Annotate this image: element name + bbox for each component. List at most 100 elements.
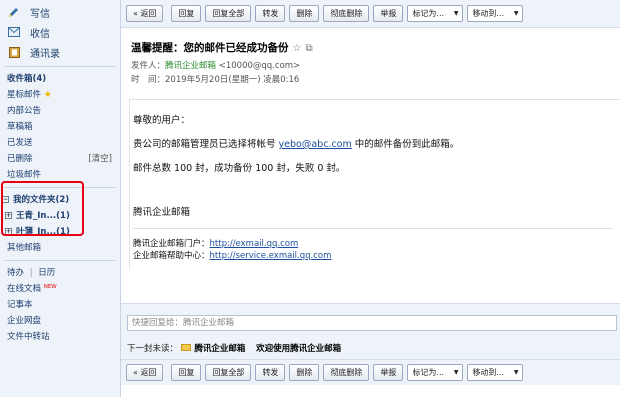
signature: 腾讯企业邮箱 (133, 207, 191, 218)
sender-line: 发件人：腾讯企业邮箱 <10000@qq.com> (131, 59, 300, 71)
body-text: 中的邮件备份到此邮箱。 (354, 139, 460, 150)
inbox-label: 收信 (30, 28, 50, 40)
sidebar-item-inbox[interactable]: 收件箱(4) (0, 71, 120, 87)
chevron-down-icon: ▼ (513, 369, 519, 376)
reply-all-button[interactable]: 回复全部 (205, 364, 252, 381)
sidebar-divider (4, 66, 116, 67)
sidebar: 写信 收信 通讯录 收件箱(4) 星标邮件 ★ 内部公告 草稿箱 已发送 已删除… (0, 0, 121, 397)
body-text: 贵公司的邮箱管理员已选择将帐号 (133, 139, 276, 150)
popout-icon[interactable]: ⧉ (305, 43, 312, 54)
envelope-icon (180, 344, 191, 351)
greeting: 尊敬的用户： (133, 115, 191, 126)
perm-delete-button[interactable]: 彻底删除 (323, 364, 370, 381)
next-unread-subject[interactable]: 欢迎使用腾讯企业邮箱 (256, 344, 341, 354)
sidebar-item-drafts[interactable]: 草稿箱 (0, 119, 120, 135)
sidebar-item-label: 已发送 (7, 138, 33, 148)
body-line-2: 邮件总数 100 封，成功备份 100 封，失败 0 封。 (133, 163, 346, 174)
forward-button[interactable]: 转发 (255, 364, 286, 381)
sidebar-item-other-mailbox[interactable]: 其他邮箱 (0, 240, 120, 256)
report-button[interactable]: 举报 (373, 364, 404, 381)
reply-all-button[interactable]: 回复全部 (205, 5, 252, 22)
sidebar-item-label: 草稿箱 (7, 122, 33, 132)
bottom-toolbar: « 返回 回复 回复全部 转发 删除 彻底删除 举报 标记为... ▼ 移动到..… (121, 359, 620, 385)
help-line: 企业邮箱帮助中心：http://service.exmail.qq.com (133, 249, 331, 261)
move-to-select[interactable]: 移动到... ▼ (467, 364, 524, 381)
reply-button[interactable]: 回复 (171, 5, 202, 22)
sidebar-item-label: 文件中转站 (7, 332, 50, 342)
star-icon: ★ (43, 90, 52, 100)
time-line: 时 间：2019年5月20日(星期一) 凌晨0:16 (131, 73, 299, 85)
mail-view: « 返回 回复 回复全部 转发 删除 彻底删除 举报 标记为... ▼ 移动到..… (121, 0, 620, 397)
report-button[interactable]: 举报 (373, 5, 404, 22)
mail-subject: 温馨提醒：您的邮件已经成功备份 ☆ ⧉ (131, 40, 313, 55)
sidebar-item-label: 垃圾邮件 (7, 170, 42, 180)
sidebar-item-label: 星标邮件 (7, 90, 42, 100)
sidebar-item-sent[interactable]: 已发送 (0, 135, 120, 151)
separator: | (29, 268, 33, 278)
chevron-down-icon: ▼ (513, 10, 519, 17)
next-unread-sender[interactable]: 腾讯企业邮箱 (194, 344, 245, 354)
body-divider (133, 228, 613, 229)
sender-label: 发件人： (131, 61, 166, 71)
sidebar-item-deleted[interactable]: 已删除 [清空] (0, 151, 120, 167)
account-email-link[interactable]: yebo@abc.com (279, 139, 352, 150)
sidebar-item-label: 在线文档 (7, 284, 42, 294)
perm-delete-button[interactable]: 彻底删除 (323, 5, 370, 22)
forward-button[interactable]: 转发 (255, 5, 286, 22)
sidebar-item-starred[interactable]: 星标邮件 ★ (0, 87, 120, 103)
next-unread-label: 下一封未读： (127, 344, 179, 354)
pencil-icon (8, 7, 20, 18)
sidebar-item-label: 待办 (7, 268, 25, 278)
portal-line: 腾讯企业邮箱门户：http://exmail.qq.com (133, 237, 298, 249)
back-button[interactable]: « 返回 (126, 5, 164, 22)
subject-text: 温馨提醒：您的邮件已经成功备份 (131, 42, 289, 54)
sidebar-item-label: 内部公告 (7, 106, 42, 116)
move-to-label: 移动到... (472, 9, 505, 18)
delete-button[interactable]: 删除 (289, 5, 320, 22)
address-book-icon (8, 46, 20, 58)
sender-name[interactable]: 腾讯企业邮箱 (165, 61, 216, 71)
compose-link[interactable]: 写信 (0, 2, 120, 22)
move-to-label: 移动到... (472, 368, 505, 377)
highlight-box (1, 181, 84, 236)
mark-as-label: 标记为... (412, 9, 445, 18)
sidebar-item-label: 收件箱(4) (7, 74, 47, 84)
sidebar-item-file-transfer[interactable]: 文件中转站 (0, 329, 120, 345)
empty-trash-link[interactable]: [清空] (88, 151, 112, 167)
sidebar-item-label: 已删除 (7, 154, 33, 164)
sidebar-item-calendar[interactable]: 日历 (38, 268, 55, 278)
contacts-label: 通讯录 (30, 48, 60, 60)
sidebar-item-notepad[interactable]: 记事本 (0, 297, 120, 313)
sidebar-item-label: 企业网盘 (7, 316, 42, 326)
contacts-link[interactable]: 通讯录 (0, 42, 120, 62)
time-value: 2019年5月20日(星期一) 凌晨0:16 (165, 75, 300, 85)
sidebar-item-netdisk[interactable]: 企业网盘 (0, 313, 120, 329)
inbox-link[interactable]: 收信 (0, 22, 120, 42)
reply-button[interactable]: 回复 (171, 364, 202, 381)
mark-as-select[interactable]: 标记为... ▼ (407, 5, 464, 22)
sidebar-item-announcements[interactable]: 内部公告 (0, 103, 120, 119)
star-outline-icon[interactable]: ☆ (293, 43, 302, 54)
portal-link[interactable]: http://exmail.qq.com (210, 239, 299, 249)
help-link[interactable]: http://service.exmail.qq.com (210, 251, 332, 261)
envelope-icon (8, 27, 20, 38)
quick-reply-area: 快捷回复给：腾讯企业邮箱 (121, 303, 620, 339)
sidebar-divider (4, 260, 116, 261)
sidebar-item-todo[interactable]: 待办 | 日历 (0, 265, 120, 281)
portal-label: 腾讯企业邮箱门户： (133, 239, 210, 249)
body-line-1: 贵公司的邮箱管理员已选择将帐号 yebo@abc.com 中的邮件备份到此邮箱。 (133, 136, 459, 150)
time-label: 时 间： (131, 75, 166, 85)
back-button[interactable]: « 返回 (126, 364, 164, 381)
mark-as-label: 标记为... (412, 368, 445, 377)
top-toolbar: « 返回 回复 回复全部 转发 删除 彻底删除 举报 标记为... ▼ 移动到..… (121, 0, 620, 28)
next-unread-bar: 下一封未读： 腾讯企业邮箱 欢迎使用腾讯企业邮箱 (121, 339, 620, 359)
move-to-select[interactable]: 移动到... ▼ (467, 5, 524, 22)
delete-button[interactable]: 删除 (289, 364, 320, 381)
quick-reply-input[interactable]: 快捷回复给：腾讯企业邮箱 (127, 315, 617, 331)
chevron-down-icon: ▼ (453, 369, 459, 376)
compose-label: 写信 (30, 8, 50, 20)
sender-address: <10000@qq.com> (218, 61, 301, 71)
mark-as-select[interactable]: 标记为... ▼ (407, 364, 464, 381)
mail-body: 尊敬的用户： 贵公司的邮箱管理员已选择将帐号 yebo@abc.com 中的邮件… (129, 99, 620, 269)
sidebar-item-online-docs[interactable]: 在线文档 NEW (0, 281, 120, 297)
